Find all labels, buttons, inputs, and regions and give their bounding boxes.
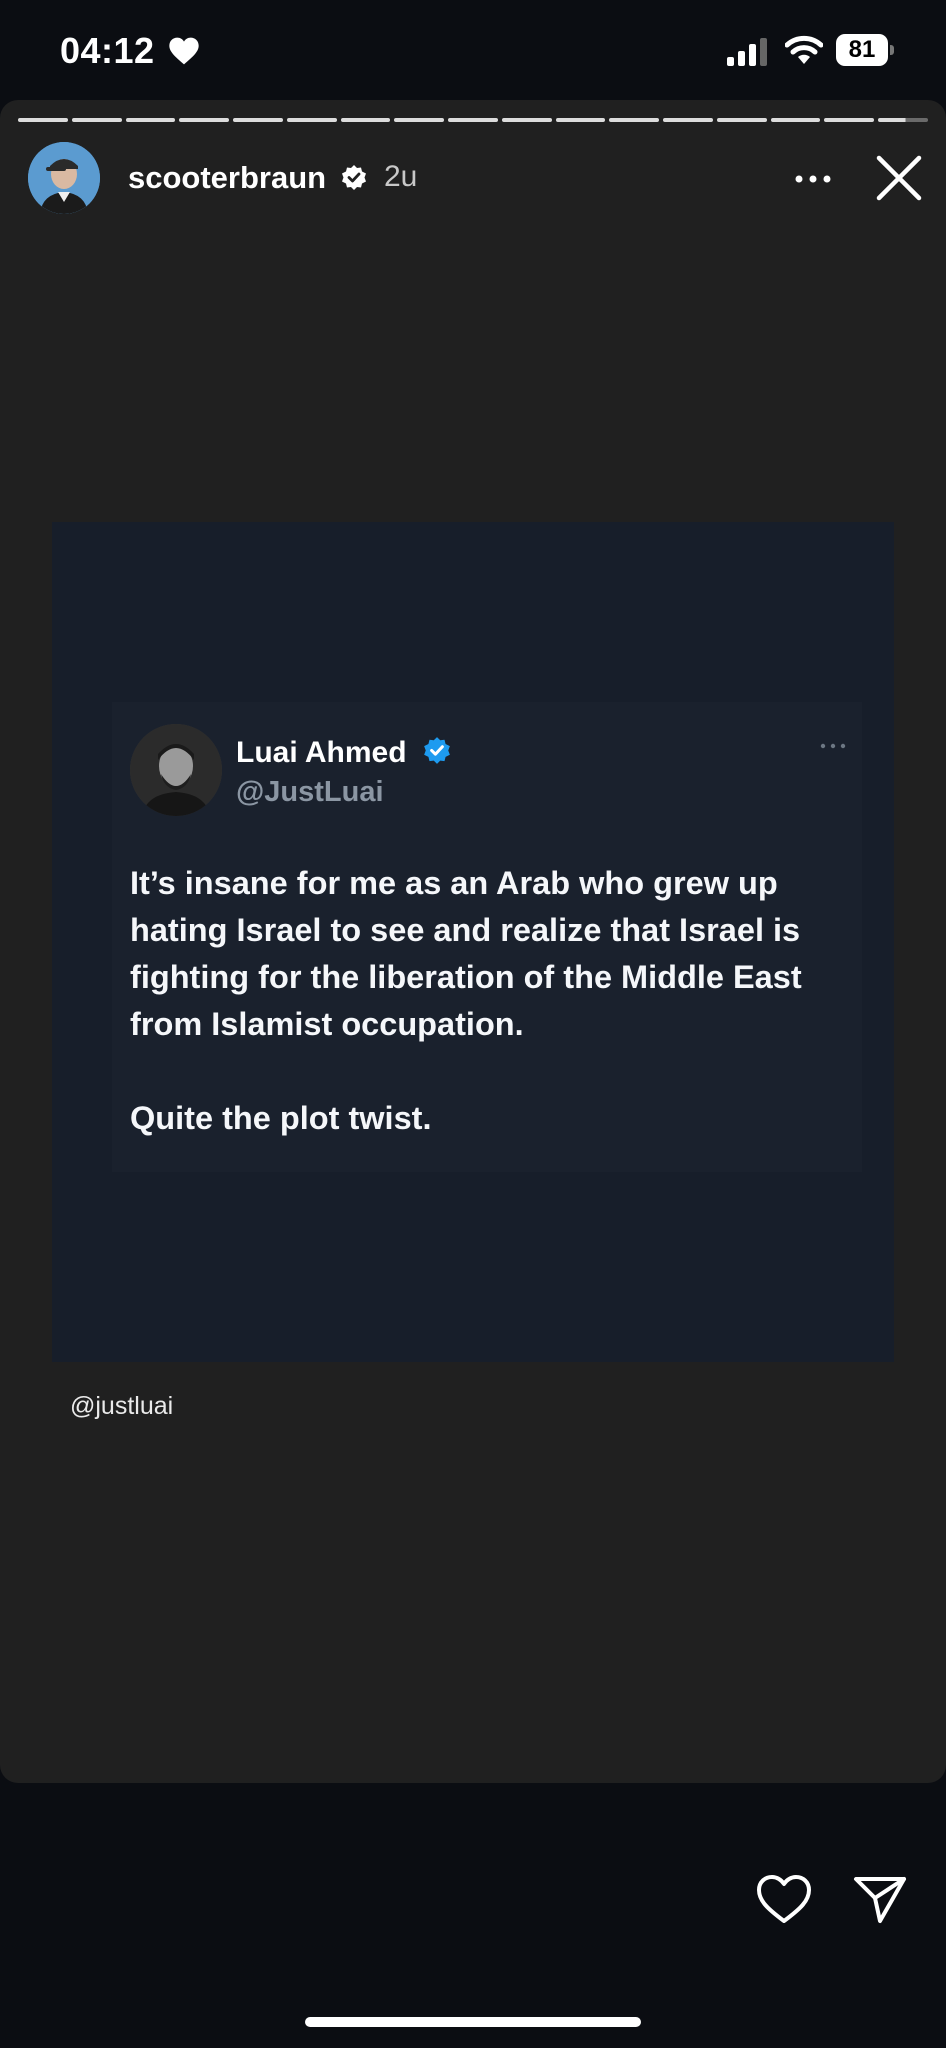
cellular-signal-icon bbox=[727, 38, 767, 66]
progress-segment bbox=[501, 118, 552, 122]
story-media: Luai Ahmed @JustLuai It’s insane for me … bbox=[52, 522, 894, 1362]
profile-photo-icon bbox=[130, 724, 222, 816]
progress-segment bbox=[448, 118, 498, 122]
tweet-author-name: Luai Ahmed bbox=[236, 736, 407, 769]
tweet-author-handle: @JustLuai bbox=[236, 776, 384, 808]
progress-segment bbox=[555, 118, 606, 122]
tweet-body: It’s insane for me as an Arab who grew u… bbox=[130, 860, 860, 1142]
tweet-author-avatar bbox=[130, 724, 222, 816]
wifi-icon bbox=[785, 35, 823, 64]
story-timestamp: 2u bbox=[384, 160, 418, 193]
avatar[interactable] bbox=[28, 142, 100, 214]
more-options-button[interactable] bbox=[788, 164, 838, 194]
like-button[interactable] bbox=[755, 1873, 813, 1925]
story-card[interactable]: scooterbraun 2u Luai Ahmed @JustLuai It’… bbox=[0, 100, 946, 1783]
progress-segment-current bbox=[878, 118, 929, 122]
progress-segment bbox=[663, 118, 713, 122]
verified-badge-icon bbox=[342, 165, 366, 190]
clock-time: 04:12 bbox=[60, 30, 155, 71]
progress-segment bbox=[609, 118, 660, 122]
progress-segment bbox=[18, 118, 68, 122]
battery-indicator: 81 bbox=[836, 34, 896, 66]
progress-segment bbox=[770, 118, 821, 122]
home-indicator[interactable] bbox=[305, 2017, 641, 2027]
progress-segment bbox=[394, 118, 445, 122]
progress-segment bbox=[716, 118, 767, 122]
story-progress-bar bbox=[18, 118, 929, 122]
send-button[interactable] bbox=[852, 1873, 908, 1925]
battery-tip bbox=[890, 45, 894, 55]
verified-badge-icon bbox=[424, 737, 450, 764]
close-button[interactable] bbox=[873, 152, 925, 204]
profile-photo-icon bbox=[28, 142, 100, 214]
progress-segment bbox=[340, 118, 391, 122]
story-username[interactable]: scooterbraun bbox=[128, 160, 326, 196]
progress-segment bbox=[179, 118, 230, 122]
progress-segment bbox=[125, 118, 176, 122]
heart-icon bbox=[169, 37, 199, 65]
status-bar: 04:12 81 bbox=[0, 0, 946, 100]
progress-segment bbox=[286, 118, 337, 122]
progress-segment bbox=[824, 118, 875, 122]
story-header: scooterbraun 2u bbox=[28, 142, 928, 216]
tweet-paragraph: It’s insane for me as an Arab who grew u… bbox=[130, 865, 802, 1042]
tweet-card: Luai Ahmed @JustLuai It’s insane for me … bbox=[112, 702, 862, 1172]
progress-segment bbox=[233, 118, 283, 122]
battery-level: 81 bbox=[836, 34, 888, 66]
more-icon bbox=[820, 743, 846, 749]
mention-sticker[interactable]: @justluai bbox=[70, 1392, 173, 1421]
progress-segment bbox=[71, 118, 122, 122]
tweet-paragraph: Quite the plot twist. bbox=[130, 1100, 432, 1136]
